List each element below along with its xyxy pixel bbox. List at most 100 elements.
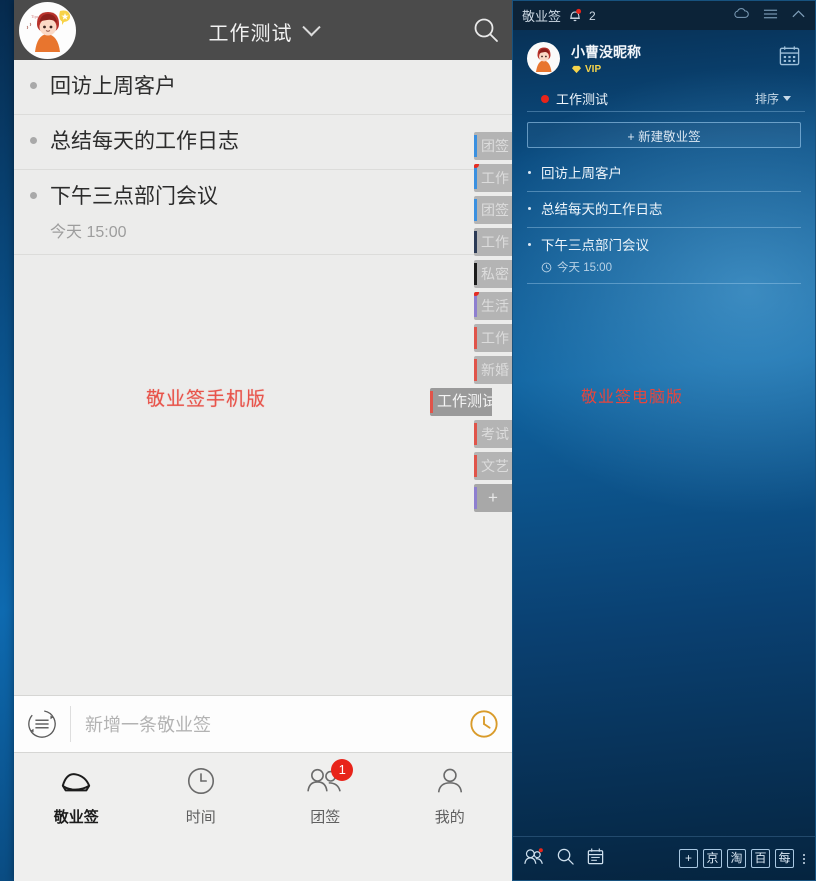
tab-tuanqian[interactable]: 1 团签 <box>263 759 388 827</box>
quick-link-taobao-button[interactable]: 淘 <box>727 849 746 868</box>
chevron-down-icon <box>783 96 791 101</box>
note-text: 下午三点部门会议 <box>541 238 649 253</box>
hamburger-menu-icon[interactable] <box>763 7 778 25</box>
sort-dropdown[interactable]: 排序 <box>755 90 791 107</box>
note-text: 回访上周客户 <box>50 75 176 98</box>
note-text: 下午三点部门会议 <box>50 185 218 208</box>
sidebar-item-shenghuo[interactable]: 生活 <box>474 292 512 320</box>
sidebar-item-wenyi[interactable]: 文艺 <box>474 452 512 480</box>
note-icon <box>62 773 91 792</box>
tab-label: 考试 <box>481 426 509 442</box>
person-icon <box>437 768 462 793</box>
chevron-up-icon[interactable] <box>791 7 806 25</box>
phone-note-list: 回访上周客户 总结每天的工作日志 下午三点部门会议 今天 15:00 敬业签手机… <box>14 60 512 753</box>
sidebar-item-gongzuo-3[interactable]: 工作 <box>474 324 512 352</box>
calendar-note-icon[interactable] <box>586 847 605 871</box>
note-reminder: 今天 15:00 <box>541 259 799 275</box>
note-text: 回访上周客户 <box>541 166 622 181</box>
phone-category-tab-strip: 团签 工作 团签 工作 私密 生活 工作 新婚 工作测试 考试 文艺 + <box>430 132 512 512</box>
phone-title-row[interactable]: 工作测试 <box>14 17 512 46</box>
clock-reminder-icon[interactable] <box>456 709 512 739</box>
tab-shijian[interactable]: 时间 <box>139 765 264 827</box>
clock-icon <box>187 767 214 795</box>
app-name: 敬业签 <box>522 9 562 24</box>
phone-new-note-bar: 新增一条敬业签 <box>14 695 512 753</box>
note-time: 今天 15:00 <box>557 262 612 274</box>
tab-jingyeqian[interactable]: 敬业签 <box>14 765 139 827</box>
sidebar-item-gongzuo-1[interactable]: 工作 <box>474 164 512 192</box>
avatar[interactable] <box>527 41 560 75</box>
sidebar-item-kaoshi[interactable]: 考试 <box>474 420 512 448</box>
sidebar-item-tuanqian-1[interactable]: 团签 <box>474 132 512 160</box>
desktop-category-row: 工作测试 排序 <box>527 86 805 112</box>
note-time: 今天 15:00 <box>50 224 127 241</box>
tab-label: 文艺 <box>481 458 509 474</box>
more-vertical-icon[interactable] <box>803 853 805 864</box>
sidebar-item-tuanqian-2[interactable]: 团签 <box>474 196 512 224</box>
list-item[interactable]: 下午三点部门会议 今天 15:00 <box>14 170 512 255</box>
diamond-icon <box>572 65 581 73</box>
status-badge: 1 <box>331 759 354 781</box>
nav-label: 我的 <box>434 809 465 826</box>
page-title: 工作测试 <box>208 23 293 45</box>
quick-link-baidu-button[interactable]: 百 <box>751 849 770 868</box>
category-color-dot <box>541 94 549 103</box>
bell-icon[interactable] <box>568 8 582 23</box>
user-nickname: 小曹没昵称 <box>571 43 641 60</box>
new-note-button[interactable]: + 新建敬业签 <box>527 122 801 148</box>
tab-label: 团签 <box>481 138 509 154</box>
window-controls <box>733 7 806 25</box>
quick-link-jd-button[interactable]: 京 <box>703 849 722 868</box>
add-quick-link-button[interactable]: + <box>679 849 698 868</box>
vip-badge: VIP <box>571 64 641 75</box>
sidebar-item-simi[interactable]: 私密 <box>474 260 512 288</box>
cloud-sync-icon[interactable] <box>733 7 750 25</box>
search-icon[interactable] <box>556 847 575 871</box>
tab-label: 生活 <box>481 298 509 314</box>
phone-watermark: 敬业签手机版 <box>146 389 267 410</box>
sidebar-item-gongzuoceshi[interactable]: 工作测试 <box>430 388 492 416</box>
list-item[interactable]: 总结每天的工作日志 <box>527 192 801 228</box>
phone-bottom-nav: 敬业签 时间 1 团签 我的 <box>14 753 512 881</box>
group-user-icon[interactable] <box>523 847 545 871</box>
list-item[interactable]: 回访上周客户 <box>14 60 512 115</box>
quick-link-meiri-button[interactable]: 每 <box>775 849 794 868</box>
nav-label: 敬业签 <box>53 809 99 826</box>
note-text: 总结每天的工作日志 <box>50 130 239 153</box>
search-input[interactable]: 新增一条敬业签 <box>71 711 456 737</box>
profile-info: 小曹没昵称 VIP <box>571 42 641 75</box>
category-name[interactable]: 工作测试 <box>556 89 608 108</box>
sidebar-item-gongzuo-2[interactable]: 工作 <box>474 228 512 256</box>
chevron-down-icon[interactable] <box>301 18 321 37</box>
desktop-watermark: 敬业签电脑版 <box>581 389 684 406</box>
phone-header: Tips 工作测试 <box>14 0 512 60</box>
desktop-app-window: 敬业签 2 小曹没昵称 VIP 工作测试 排序 + 新建敬业签 回访上周客户 总… <box>512 0 816 881</box>
tab-wode[interactable]: 我的 <box>388 765 513 827</box>
desktop-titlebar: 敬业签 2 <box>513 1 815 30</box>
tab-label: + <box>488 488 498 507</box>
list-item[interactable]: 回访上周客户 <box>527 156 801 192</box>
tab-label: 私密 <box>481 266 509 282</box>
tab-label: 新婚 <box>481 362 509 378</box>
unread-dot <box>474 292 479 296</box>
sidebar-item-xinhun[interactable]: 新婚 <box>474 356 512 384</box>
sync-list-icon[interactable] <box>14 708 70 740</box>
nav-label: 时间 <box>185 809 216 826</box>
calendar-icon[interactable] <box>778 44 801 72</box>
add-category-button[interactable]: + <box>474 484 512 512</box>
screen-root: Tips 工作测试 回访上周客户 总结每天的工作日志 下午三点部门会议 今天 1… <box>0 0 816 881</box>
desktop-bottom-toolbar: + 京 淘 百 每 <box>513 836 815 880</box>
list-item[interactable]: 下午三点部门会议 今天 15:00 <box>527 228 801 284</box>
list-item[interactable]: 总结每天的工作日志 <box>14 115 512 170</box>
search-icon[interactable] <box>472 16 500 44</box>
desktop-profile-row: 小曹没昵称 VIP <box>513 30 815 86</box>
tab-label: 工作 <box>481 170 509 186</box>
desktop-note-list: 回访上周客户 总结每天的工作日志 下午三点部门会议 今天 15:00 敬业签电脑… <box>513 154 815 836</box>
phone-app-window: Tips 工作测试 回访上周客户 总结每天的工作日志 下午三点部门会议 今天 1… <box>14 0 512 881</box>
unread-dot <box>474 164 479 168</box>
nav-label: 团签 <box>310 809 341 826</box>
tab-label: 团签 <box>481 202 509 218</box>
note-text: 总结每天的工作日志 <box>541 202 663 217</box>
clock-icon <box>541 262 552 272</box>
vip-label: VIP <box>585 63 602 75</box>
